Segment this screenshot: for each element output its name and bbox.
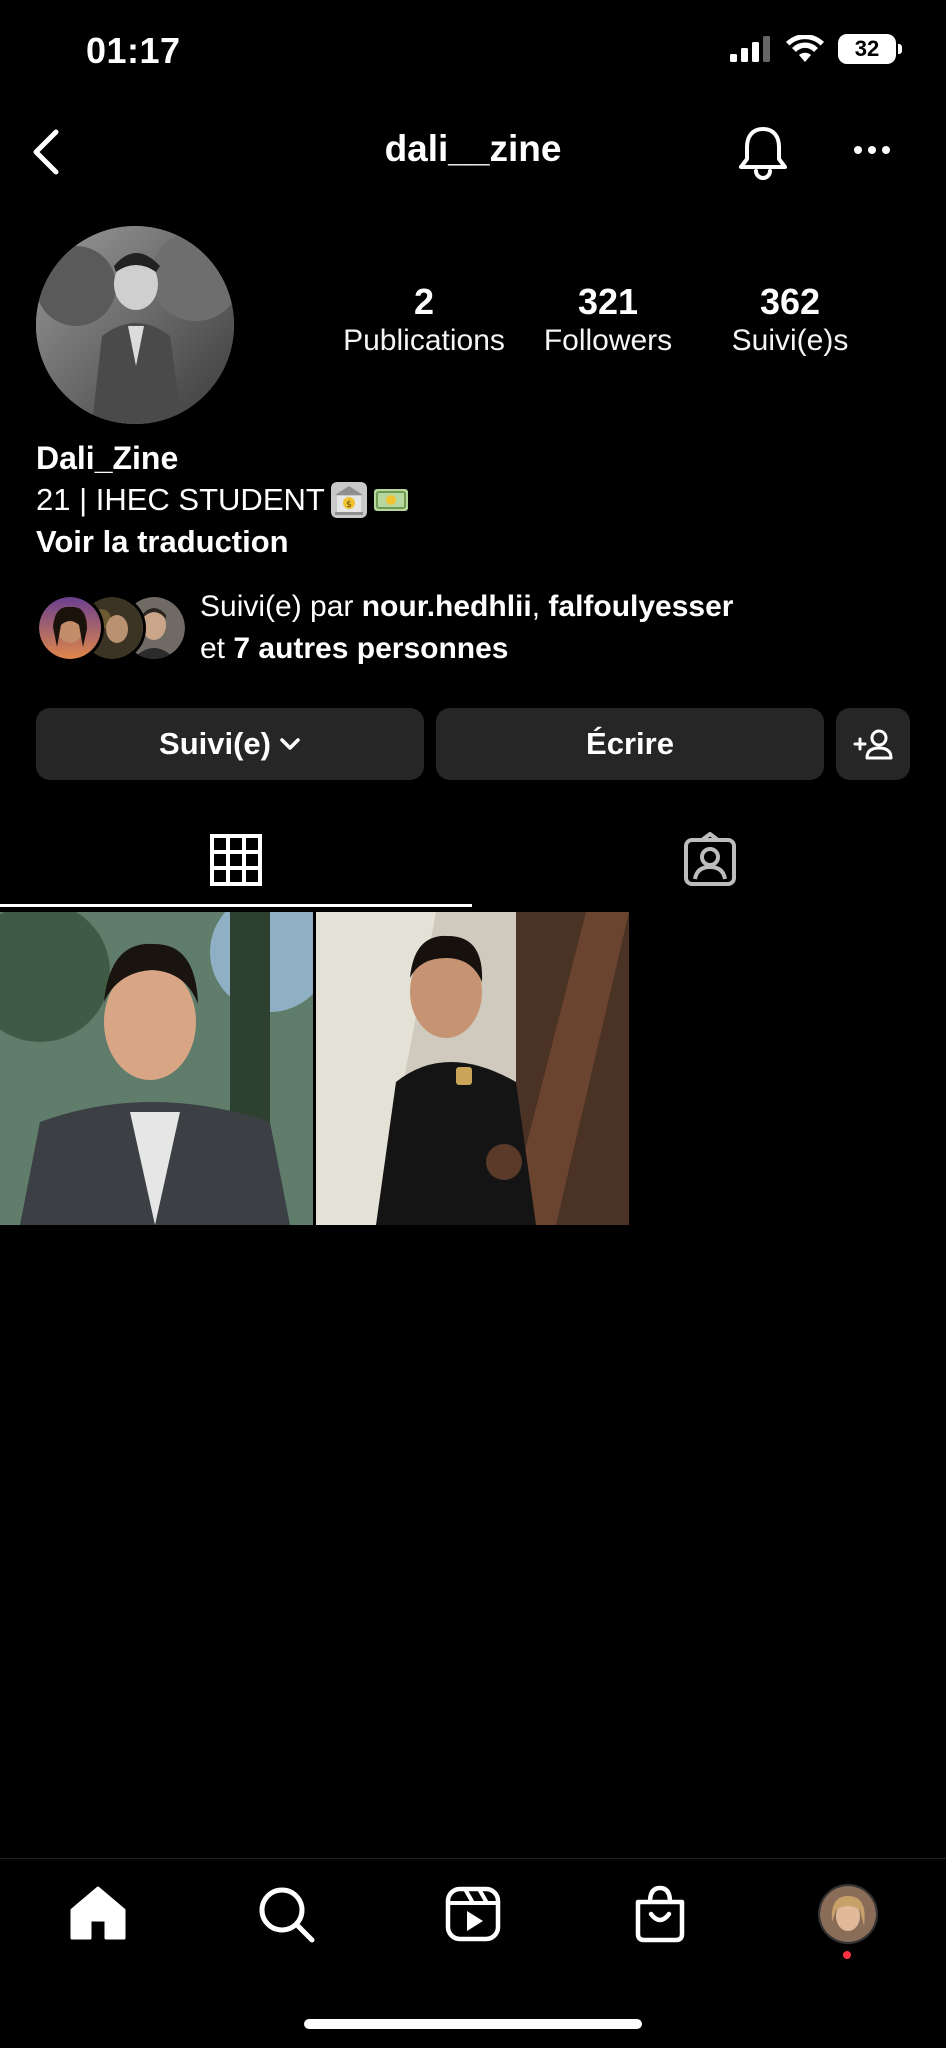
mutual-line-1: Suivi(e) par nour.hedhlii, falfoulyesser <box>200 586 733 628</box>
following-button[interactable]: Suivi(e) <box>36 708 424 780</box>
mutual-name-2: falfoulyesser <box>548 590 734 623</box>
stat-following-count: 362 <box>759 281 821 322</box>
mutual-followers-text[interactable]: Suivi(e) par nour.hedhlii, falfoulyesser… <box>200 586 733 670</box>
bio: 21 | IHEC STUDENT $ <box>36 482 409 518</box>
signal-icon <box>730 36 770 62</box>
home-icon[interactable] <box>68 1884 128 1944</box>
following-button-label: Suivi(e) <box>159 726 271 761</box>
add-person-icon <box>853 729 893 760</box>
mutual-followers-avatars[interactable] <box>36 594 188 662</box>
profile-avatar[interactable] <box>36 226 234 424</box>
mutual-name-1: nour.hedhlii <box>361 590 532 623</box>
status-time: 01:17 <box>86 30 181 71</box>
tagged-icon[interactable] <box>682 832 738 888</box>
profile-username: dali__zine <box>384 128 562 169</box>
stat-following[interactable]: 362 Suivi(e)s <box>710 282 870 360</box>
mutual-separator: , <box>531 590 549 623</box>
active-tab-indicator <box>0 904 472 907</box>
chevron-down-icon <box>280 738 300 750</box>
message-button-label: Écrire <box>586 726 674 761</box>
post-photo <box>0 912 313 1225</box>
bio-text: 21 | IHEC STUDENT <box>36 482 325 517</box>
suggest-users-button[interactable] <box>836 708 910 780</box>
shop-icon[interactable] <box>630 1884 690 1944</box>
translate-link[interactable]: Voir la traduction <box>36 524 289 560</box>
search-icon[interactable] <box>256 1884 316 1944</box>
stat-following-label: Suivi(e)s <box>731 324 849 357</box>
avatar-photo <box>36 226 234 424</box>
mutual-others: 7 autres personnes <box>233 632 509 665</box>
post-thumbnail[interactable] <box>0 912 313 1225</box>
grid-icon[interactable] <box>208 832 264 888</box>
stat-publications-count: 2 <box>413 281 435 322</box>
bottom-nav-divider <box>0 1858 946 1859</box>
stat-followers[interactable]: 321 Followers <box>528 282 688 360</box>
profile-tab-avatar[interactable] <box>818 1884 878 1944</box>
notification-dot <box>843 1951 851 1959</box>
more-options-icon[interactable] <box>852 140 892 160</box>
mutual-line2-prefix: et <box>200 632 234 665</box>
svg-text:$: $ <box>346 500 352 510</box>
mutual-avatar <box>36 594 104 662</box>
display-name: Dali_Zine <box>36 440 179 476</box>
battery-indicator: 32 <box>838 34 902 64</box>
bank-icon: $ <box>330 482 367 518</box>
money-icon <box>373 489 408 511</box>
stat-followers-count: 321 <box>577 281 639 322</box>
post-thumbnail[interactable] <box>316 912 629 1225</box>
home-indicator <box>304 2019 642 2029</box>
message-button[interactable]: Écrire <box>436 708 824 780</box>
mutual-line-2: et 7 autres personnes <box>200 628 733 670</box>
stat-publications-label: Publications <box>343 324 505 357</box>
reels-icon[interactable] <box>443 1884 503 1944</box>
bell-icon[interactable] <box>736 124 790 180</box>
stat-publications[interactable]: 2 Publications <box>334 282 514 360</box>
stat-followers-label: Followers <box>543 324 673 357</box>
post-photo <box>316 912 629 1225</box>
status-indicators: 32 <box>730 34 902 64</box>
mutual-prefix: Suivi(e) par <box>200 590 362 623</box>
own-avatar-photo <box>820 1886 876 1942</box>
wifi-icon <box>786 35 824 62</box>
